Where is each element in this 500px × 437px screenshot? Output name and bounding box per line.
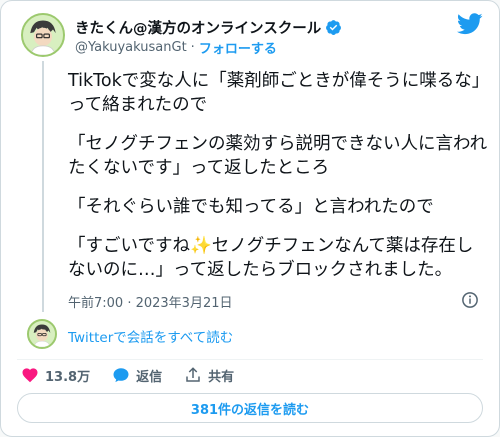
tweet-paragraph-last: 「すごいですね✨セノグチフェンなんて薬は存在しないのに…」って返したらブロックさ… bbox=[68, 234, 488, 282]
tweet-header: きたくん@漢方のオンラインスクール @YakuyakusanGt · フォローす… bbox=[21, 13, 483, 61]
tweet-paragraph: 「セノグチフェンの薬効すら説明できない人に言われたくないです」って返したところ bbox=[68, 134, 488, 178]
tweet-paragraph: 「それぐらい誰でも知ってる」と言われたので bbox=[68, 197, 434, 217]
author-name-row: きたくん@漢方のオンラインスクール bbox=[75, 17, 342, 38]
tweet-embed-card: きたくん@漢方のオンラインスクール @YakuyakusanGt · フォローす… bbox=[0, 0, 500, 437]
share-button[interactable]: 共有 bbox=[184, 366, 234, 385]
author-handle[interactable]: @YakuyakusanGt bbox=[75, 40, 187, 55]
sparkles-emoji: ✨ bbox=[189, 236, 212, 256]
profile-avatar-small-icon bbox=[27, 319, 57, 349]
divider bbox=[17, 359, 483, 360]
read-replies-button[interactable]: 381件の返信を読む bbox=[17, 393, 483, 423]
heart-icon bbox=[22, 368, 38, 383]
like-count: 13.8万 bbox=[45, 369, 91, 385]
reply-button[interactable]: 返信 bbox=[112, 366, 162, 385]
share-label: 共有 bbox=[208, 369, 235, 385]
info-icon[interactable] bbox=[461, 291, 479, 309]
tweet-text: TikTokで変な人に「薬剤師ごときが偉そうに喋るな」って絡まれたので 「セノグ… bbox=[68, 69, 488, 297]
read-conversation-link[interactable]: Twitterで会話をすべて読む bbox=[68, 326, 233, 346]
twitter-bird-icon[interactable] bbox=[456, 13, 483, 35]
verified-badge-icon bbox=[325, 19, 342, 36]
reply-label: 返信 bbox=[136, 369, 163, 385]
profile-avatar-icon[interactable] bbox=[21, 13, 65, 57]
tweet-timestamp[interactable]: 午前7:00 · 2023年3月21日 bbox=[68, 292, 233, 311]
tweet-actions: 13.8万 返信 共有 bbox=[21, 365, 234, 385]
reply-bubble-icon bbox=[113, 368, 129, 383]
tweet-text-segment: 「すごいですね bbox=[68, 236, 190, 256]
like-button[interactable]: 13.8万 bbox=[21, 366, 90, 385]
thread-line bbox=[42, 61, 44, 312]
author-sub-row: @YakuyakusanGt · フォローする bbox=[75, 38, 277, 57]
follow-button[interactable]: フォローする bbox=[199, 38, 277, 57]
tweet-paragraph: TikTokで変な人に「薬剤師ごときが偉そうに喋るな」って絡まれたので bbox=[68, 71, 481, 115]
read-conversation-row[interactable]: Twitterで会話をすべて読む bbox=[27, 319, 477, 351]
share-icon bbox=[186, 367, 200, 382]
separator-dot: · bbox=[190, 40, 195, 55]
author-name[interactable]: きたくん@漢方のオンラインスクール bbox=[75, 17, 321, 38]
